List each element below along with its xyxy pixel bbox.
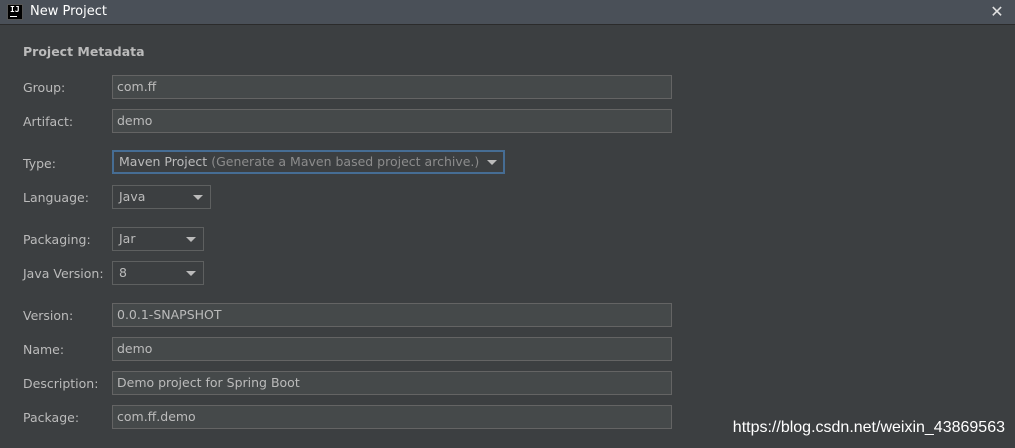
type-dropdown[interactable]: Maven Project (Generate a Maven based pr… xyxy=(112,150,505,174)
name-field[interactable]: demo xyxy=(112,337,672,361)
close-icon[interactable]: ✕ xyxy=(987,2,1007,22)
window-title: New Project xyxy=(30,4,107,19)
type-selected-value: Maven Project xyxy=(119,154,208,169)
description-label: Description: xyxy=(23,376,99,391)
type-label: Type: xyxy=(23,156,56,171)
package-label: Package: xyxy=(23,410,80,425)
group-field[interactable]: com.ff xyxy=(112,75,672,99)
chevron-down-icon xyxy=(193,195,203,200)
intellij-app-icon: IJ xyxy=(7,4,23,20)
description-field[interactable]: Demo project for Spring Boot xyxy=(112,371,672,395)
language-label: Language: xyxy=(23,190,89,205)
java-version-label: Java Version: xyxy=(23,266,104,281)
packaging-label: Packaging: xyxy=(23,232,91,247)
packaging-selected-value: Jar xyxy=(119,231,136,246)
language-dropdown[interactable]: Java xyxy=(112,185,211,209)
group-label: Group: xyxy=(23,80,66,95)
chevron-down-icon xyxy=(487,160,497,165)
new-project-dialog: IJ New Project ✕ Project Metadata Group:… xyxy=(0,0,1015,448)
packaging-dropdown[interactable]: Jar xyxy=(112,227,204,251)
java-version-selected-value: 8 xyxy=(119,265,127,280)
name-label: Name: xyxy=(23,342,65,357)
watermark: https://blog.csdn.net/weixin_43869563 xyxy=(732,419,1005,436)
chevron-down-icon xyxy=(186,271,196,276)
java-version-dropdown[interactable]: 8 xyxy=(112,261,204,285)
section-title: Project Metadata xyxy=(23,44,145,59)
version-label: Version: xyxy=(23,308,74,323)
version-field[interactable]: 0.0.1-SNAPSHOT xyxy=(112,303,672,327)
language-selected-value: Java xyxy=(119,189,146,204)
artifact-label: Artifact: xyxy=(23,114,74,129)
chevron-down-icon xyxy=(186,237,196,242)
package-field[interactable]: com.ff.demo xyxy=(112,405,672,429)
title-bar[interactable]: IJ New Project ✕ xyxy=(0,0,1015,25)
artifact-field[interactable]: demo xyxy=(112,109,672,133)
type-hint: (Generate a Maven based project archive.… xyxy=(211,154,480,169)
